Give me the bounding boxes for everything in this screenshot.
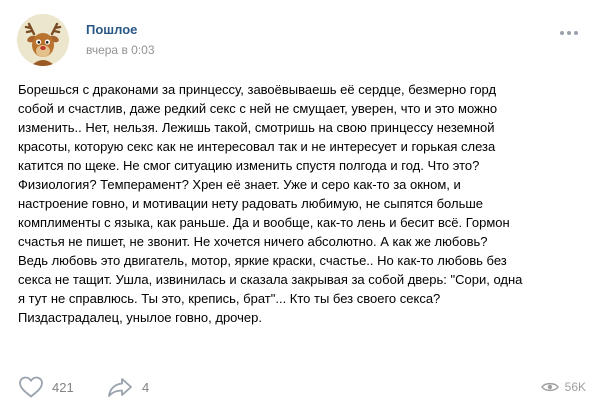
post-card: Пошлое вчера в 0:03 Борешься с драконами…: [0, 0, 600, 412]
share-arrow-icon: [108, 378, 132, 397]
more-button[interactable]: [558, 26, 580, 40]
like-button[interactable]: 421: [18, 376, 74, 398]
post-time[interactable]: вчера в 0:03: [86, 43, 155, 57]
eye-icon: [540, 382, 559, 392]
author-name[interactable]: Пошлое: [86, 22, 137, 37]
share-count: 4: [142, 379, 150, 395]
share-button[interactable]: 4: [106, 376, 149, 398]
author-avatar[interactable]: [17, 14, 69, 66]
views-count: 56K: [564, 380, 586, 394]
post-text: Борешься с драконами за принцессу, завоё…: [18, 82, 523, 325]
like-count: 421: [52, 379, 74, 395]
more-dots-icon: [560, 31, 578, 35]
heart-icon: [19, 376, 43, 398]
views-counter: 56K: [540, 376, 586, 398]
reindeer-avatar-icon: [17, 14, 69, 66]
